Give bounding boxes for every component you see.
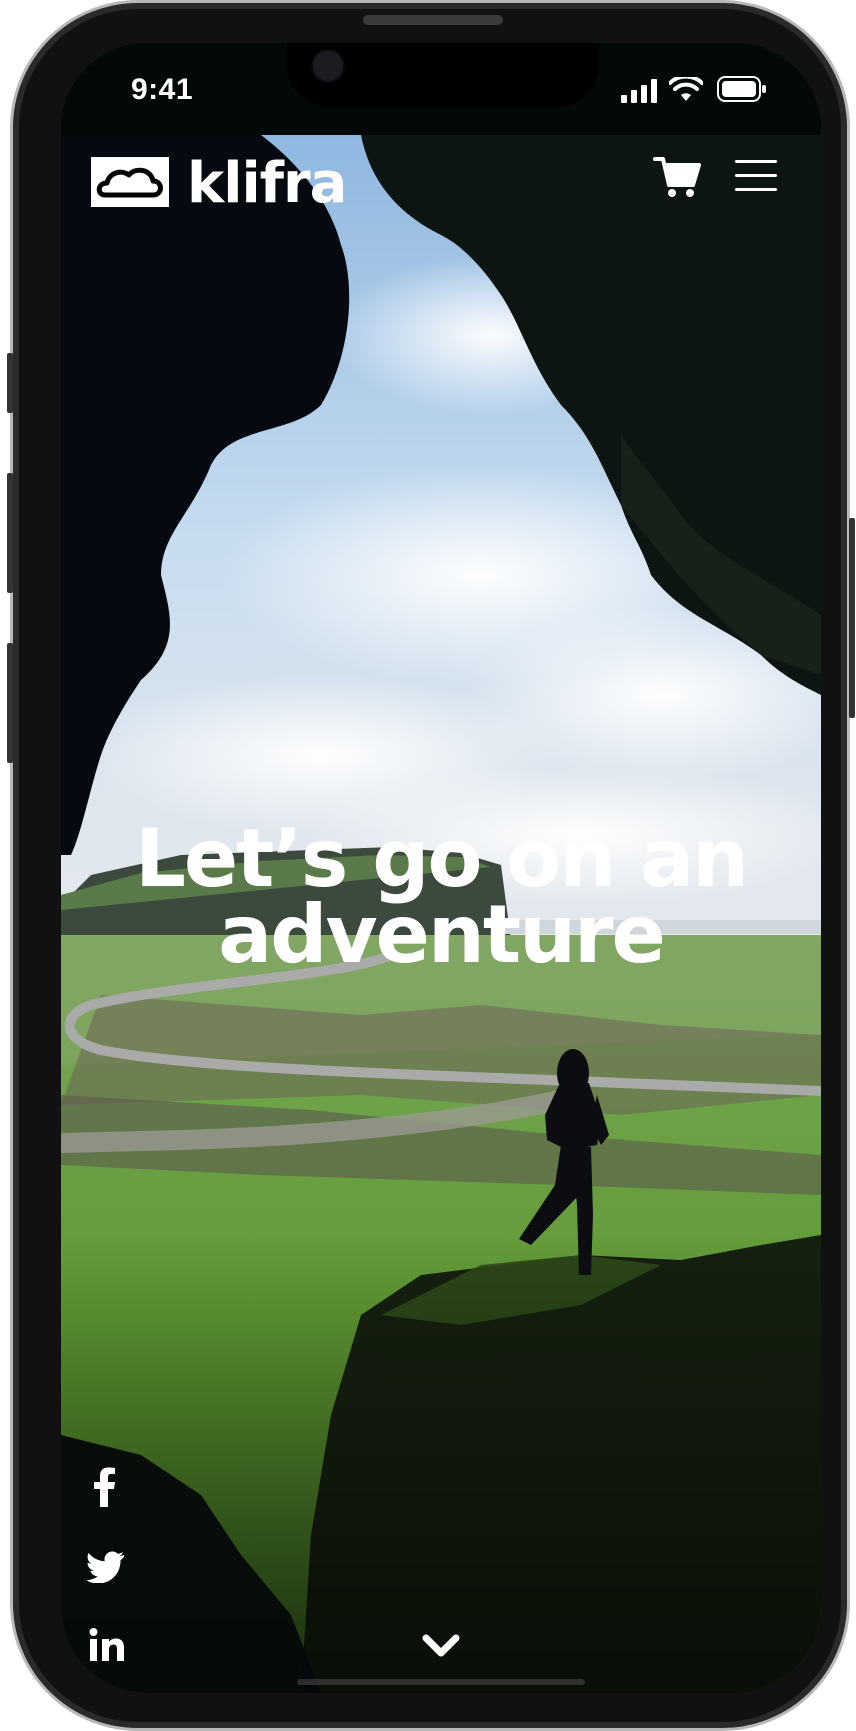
battery-icon — [717, 76, 766, 102]
phone-frame: 9:41 klifra Let’s go on an adventure — [7, 0, 855, 1731]
phone-volume-up-button — [7, 473, 13, 593]
twitter-icon[interactable] — [87, 1551, 125, 1583]
cellular-signal-icon — [621, 79, 657, 103]
front-camera — [311, 49, 345, 83]
shopping-cart-icon[interactable] — [653, 155, 701, 199]
status-time: 9:41 — [131, 73, 194, 106]
hero-headline: Let’s go on an adventure — [134, 812, 749, 981]
brand-name[interactable]: klifra — [187, 151, 347, 216]
speaker-grille — [363, 15, 503, 25]
phone-power-button — [849, 518, 855, 718]
wifi-icon — [669, 77, 703, 101]
phone-side-button — [7, 353, 13, 413]
facebook-icon[interactable] — [91, 1467, 119, 1507]
phone-volume-down-button — [7, 643, 13, 763]
phone-screen: 9:41 klifra Let’s go on an adventure — [61, 43, 821, 1693]
hamburger-menu-icon[interactable] — [733, 157, 779, 195]
home-indicator — [297, 1679, 585, 1685]
chevron-down-icon[interactable] — [421, 1633, 461, 1661]
linkedin-icon[interactable] — [89, 1627, 125, 1663]
cloud-logo-icon[interactable] — [91, 157, 169, 207]
display-notch — [287, 43, 599, 107]
